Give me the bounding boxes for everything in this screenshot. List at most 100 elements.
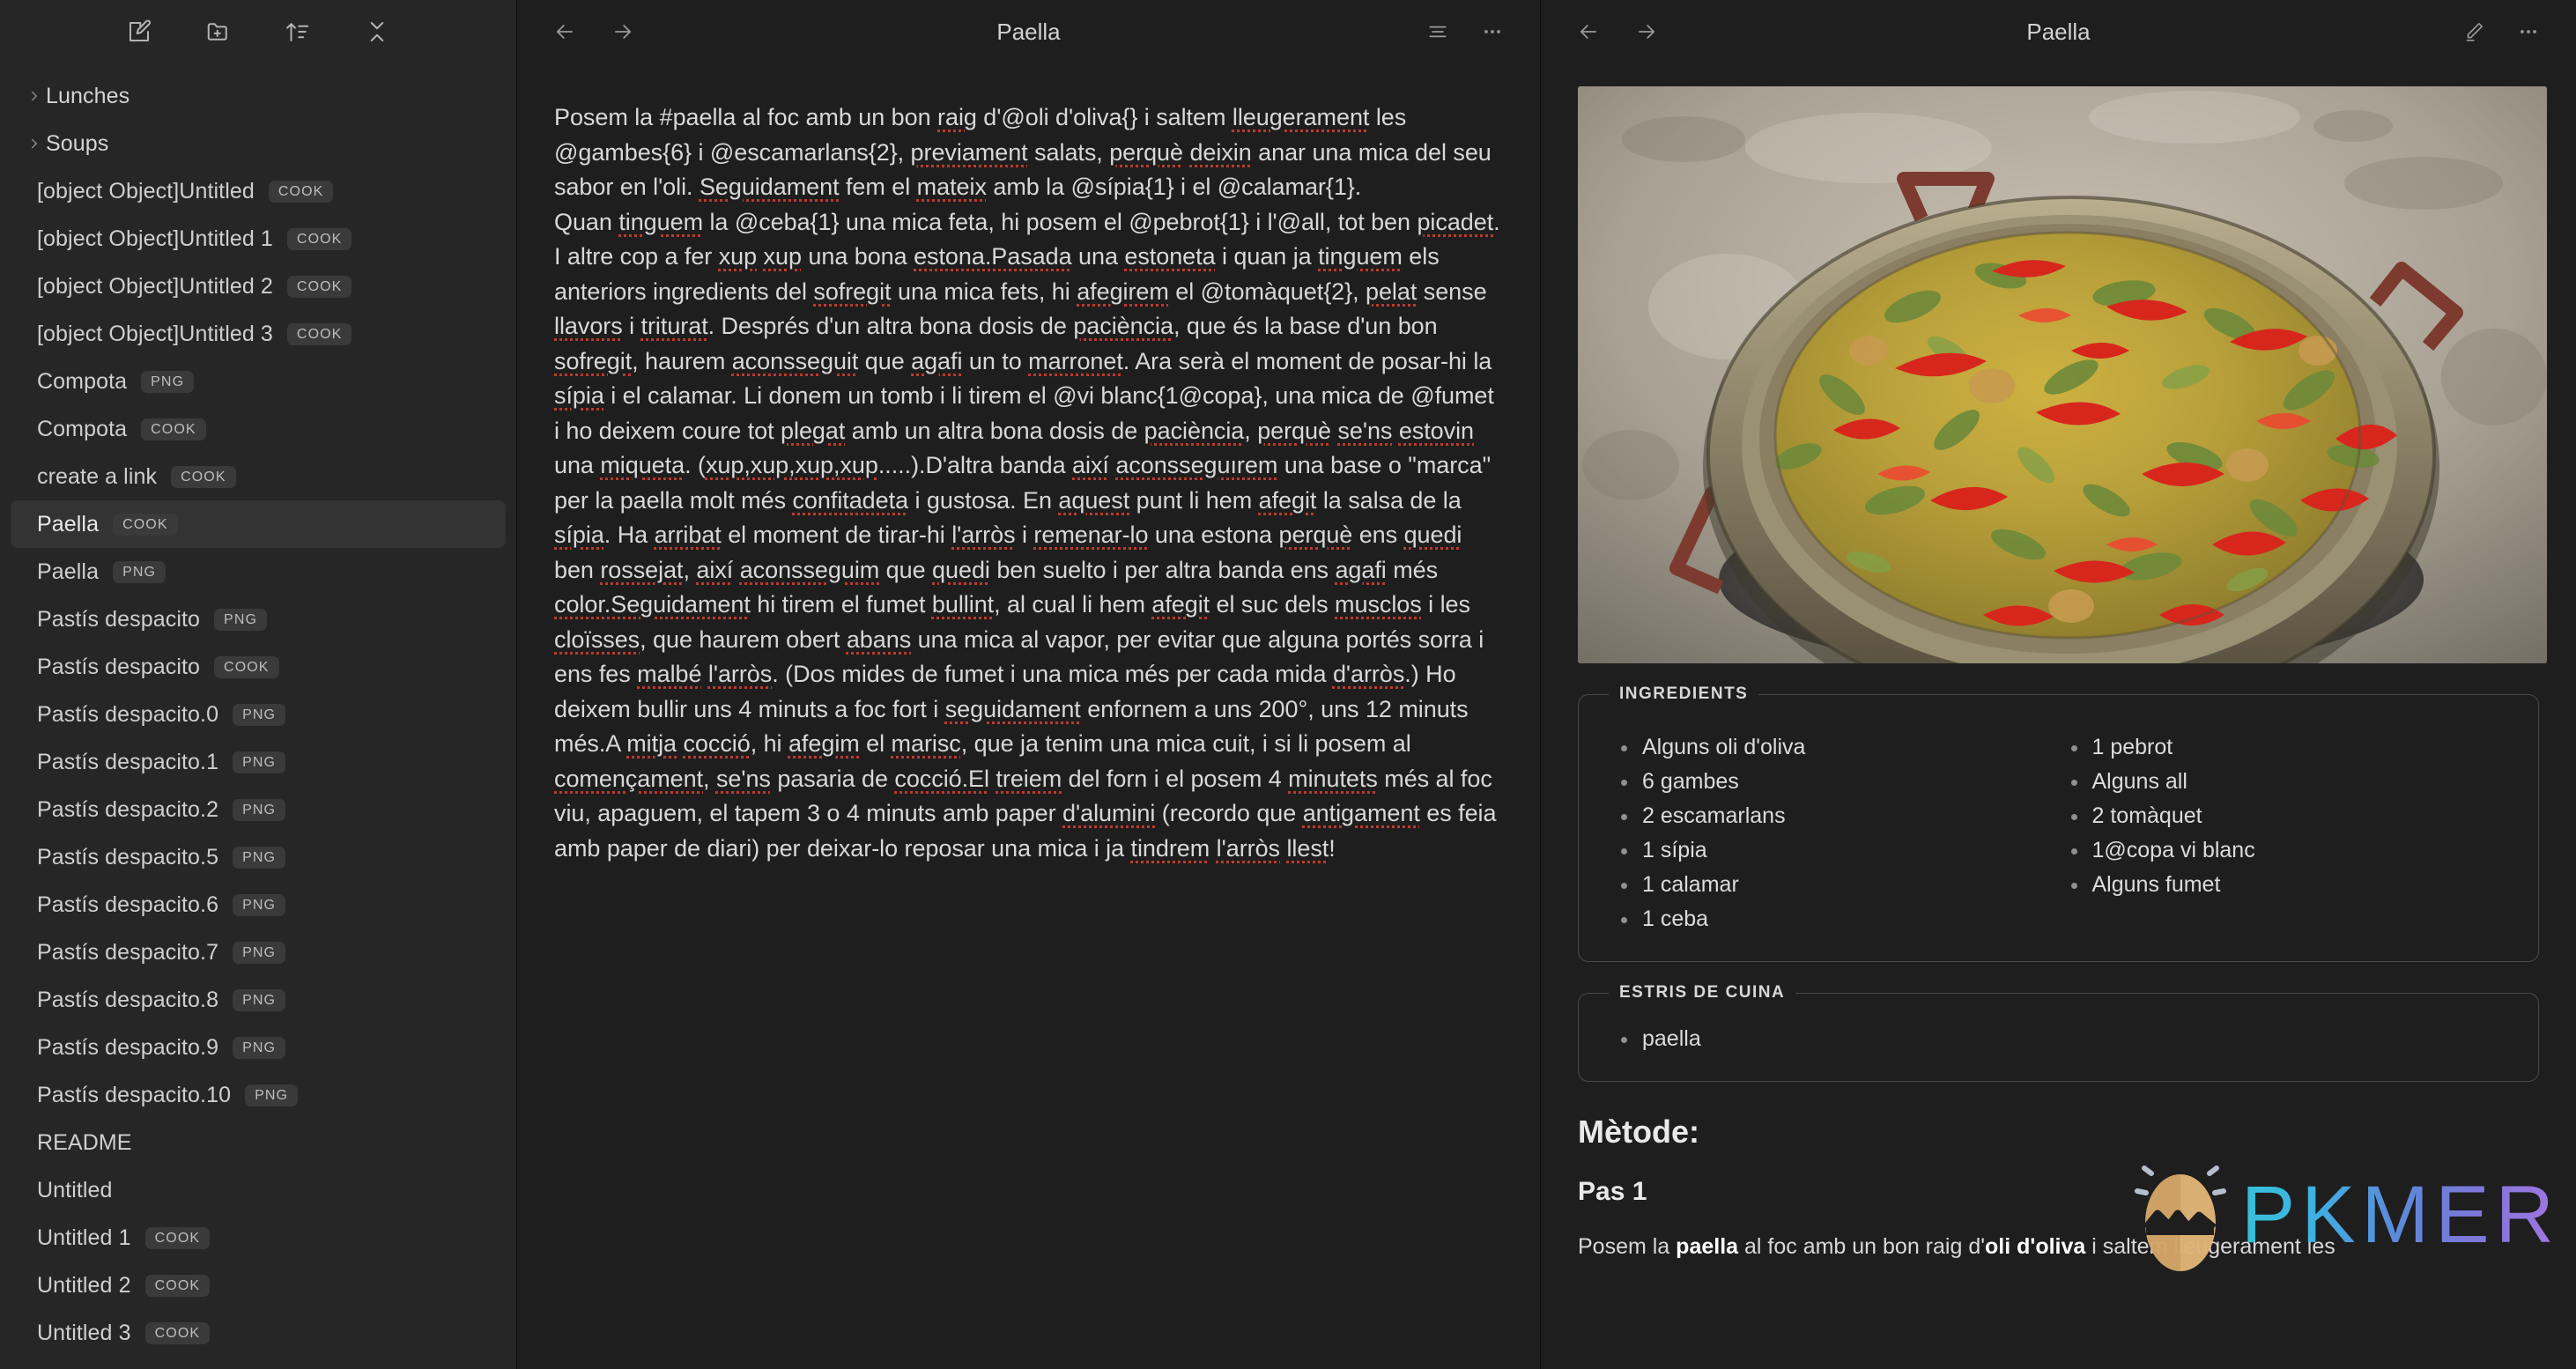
tree-file-row[interactable]: Compota PNG — [11, 358, 506, 405]
editor-text-run: , — [703, 765, 716, 792]
step-text-run: i saltem lleugerament les — [2085, 1234, 2335, 1259]
list-item: 6 gambes — [1609, 765, 2059, 799]
file-extension-badge: PNG — [233, 703, 286, 726]
editor-nav-group — [547, 14, 640, 49]
tree-file-row[interactable]: README — [11, 1119, 506, 1166]
tree-file-row[interactable]: Untitled 2 COOK — [11, 1262, 506, 1309]
spellcheck-word: lleugerament — [1232, 104, 1370, 130]
editor-text-run: , que haurem obert — [640, 625, 847, 653]
back-arrow-icon[interactable] — [1571, 14, 1606, 49]
tree-item-label: [object Object]Untitled 1 — [37, 226, 273, 251]
more-options-icon[interactable] — [1475, 14, 1510, 49]
forward-arrow-icon[interactable] — [1629, 14, 1664, 49]
editor-text-run: . Ha — [603, 522, 655, 548]
tree-file-row[interactable]: Pastís despacito.2 PNG — [11, 786, 506, 833]
tree-file-row[interactable]: Pastís despacito COOK — [11, 643, 506, 691]
ingredients-list: Alguns oli d'oliva 6 gambes 2 escamarlans 1… — [1609, 730, 2059, 936]
editor-text-run: del forn i el posem 4 — [1062, 765, 1289, 792]
spellcheck-word: llavors — [554, 313, 623, 339]
editor-text-run: . Ara serà el moment de posar-hi la — [1122, 347, 1499, 374]
tree-file-row[interactable]: Pastís despacito.1 PNG — [11, 738, 506, 786]
tree-file-row[interactable]: Pastís despacito.7 PNG — [11, 929, 506, 976]
tree-file-row[interactable]: Paella COOK — [11, 500, 506, 548]
editor-text-run — [733, 557, 739, 583]
editor-text-run: el suc dels — [1210, 591, 1336, 618]
collapse-all-icon[interactable] — [359, 13, 396, 50]
spellcheck-word: sípia — [554, 522, 604, 548]
spellcheck-word: aconsseguim — [739, 556, 880, 583]
spellcheck-word: sofregit — [813, 278, 892, 305]
editor-text-run: una bona — [801, 243, 914, 270]
reading-options-icon[interactable] — [1420, 14, 1455, 49]
tree-item-label: Paella — [37, 511, 100, 536]
tree-file-row[interactable]: [object Object]Untitled COOK — [11, 167, 506, 215]
tree-file-row[interactable]: Pastís despacito.10 PNG — [11, 1071, 506, 1119]
tree-file-row[interactable]: Pastís despacito PNG — [11, 596, 506, 643]
tree-folder-row[interactable]: Lunches — [11, 72, 506, 120]
editor-text-run: , — [1244, 417, 1258, 444]
tree-item-label: Lunches — [46, 83, 130, 108]
file-extension-badge: COOK — [141, 418, 206, 440]
spellcheck-word: tinguem — [618, 208, 704, 235]
editor-text-run — [1392, 418, 1398, 444]
file-extension-badge: COOK — [286, 322, 352, 345]
tree-file-row[interactable]: Pastís despacito.6 PNG — [11, 881, 506, 929]
tree-file-row[interactable]: Pastís despacito.9 PNG — [11, 1024, 506, 1071]
file-extension-badge: COOK — [214, 655, 279, 678]
forward-arrow-icon[interactable] — [605, 14, 640, 49]
preview-title: Paella — [2026, 18, 2091, 45]
edit-pencil-icon[interactable] — [2456, 14, 2491, 49]
tree-item-label: Pastís despacito.1 — [37, 749, 219, 774]
step-heading: Pas 1 — [1578, 1177, 1647, 1206]
editor-text-run: Posem la #paella al foc amb un bon — [554, 104, 938, 130]
tree-file-row[interactable]: create a link COOK — [11, 453, 506, 500]
more-options-icon[interactable] — [2511, 14, 2546, 49]
tree-file-row[interactable]: [object Object]Untitled 1 COOK — [11, 215, 506, 263]
spellcheck-word: estona.Pasada — [914, 243, 1072, 270]
file-extension-badge: PNG — [233, 941, 286, 964]
editor-pane: Paella Posem la #paella al foc amb un bo… — [517, 0, 1541, 1369]
spellcheck-word: previament — [910, 138, 1028, 166]
tree-file-row[interactable]: Pastís despacito.5 PNG — [11, 833, 506, 881]
tree-file-row[interactable]: Untitled — [11, 1166, 506, 1214]
tree-file-row[interactable]: Pastís despacito.8 PNG — [11, 976, 506, 1024]
recipe-source-text[interactable]: Posem la #paella al foc amb un bon raig … — [554, 100, 1503, 866]
tree-file-row[interactable]: Untitled 3 COOK — [11, 1309, 506, 1357]
spellcheck-word: agafi — [1335, 556, 1387, 583]
new-note-icon[interactable] — [121, 13, 158, 50]
tree-file-row[interactable]: Untitled 1 COOK — [11, 1214, 506, 1262]
tree-file-row[interactable]: Compota COOK — [11, 405, 506, 453]
file-extension-badge: COOK — [268, 180, 334, 203]
tree-file-row[interactable]: [object Object]Untitled 3 COOK — [11, 310, 506, 358]
editor-text-run: . Després d'un altra bona dosis de — [707, 313, 1074, 339]
editor-body[interactable]: Posem la #paella al foc amb un bon raig … — [517, 63, 1540, 1369]
spellcheck-word: afegit — [1151, 591, 1210, 618]
file-extension-badge: COOK — [171, 465, 236, 488]
sort-icon[interactable] — [279, 13, 316, 50]
tree-file-row[interactable]: Pastís despacito.0 PNG — [11, 691, 506, 738]
back-arrow-icon[interactable] — [547, 14, 582, 49]
step-body-text: Posem la paella al foc amb un bon raig d… — [1578, 1230, 2539, 1263]
tree-folder-row[interactable]: Soups — [11, 120, 506, 167]
tree-file-row[interactable]: Paella PNG — [11, 548, 506, 596]
tree-item-label: [object Object]Untitled 3 — [37, 321, 273, 346]
spellcheck-word: sofregit — [554, 347, 633, 374]
chevron-right-icon[interactable] — [23, 88, 46, 104]
spellcheck-word: pelat — [1366, 278, 1418, 305]
tree-item-label: Compota — [37, 416, 128, 441]
editor-text-run: una estona — [1148, 522, 1279, 548]
step-bold-term: oli d'oliva — [1985, 1234, 2086, 1259]
spellcheck-word: l'arròs — [707, 661, 773, 687]
spellcheck-word: miqueta — [600, 452, 685, 478]
new-folder-icon[interactable] — [200, 13, 237, 50]
editor-text-run: , haurem — [632, 347, 732, 374]
spellcheck-word: afegim — [788, 730, 860, 757]
chevron-right-icon[interactable] — [23, 136, 46, 152]
tree-item-label: README — [37, 1129, 132, 1155]
list-item: Alguns oli d'oliva — [1609, 730, 2059, 765]
spellcheck-word: cocció — [683, 730, 751, 757]
editor-text-run: Quan — [554, 208, 619, 235]
tree-item-label: Untitled 1 — [37, 1225, 131, 1250]
tree-file-row[interactable]: [object Object]Untitled 2 COOK — [11, 263, 506, 310]
cookware-legend: ESTRIS DE CUINA — [1619, 983, 1786, 1002]
